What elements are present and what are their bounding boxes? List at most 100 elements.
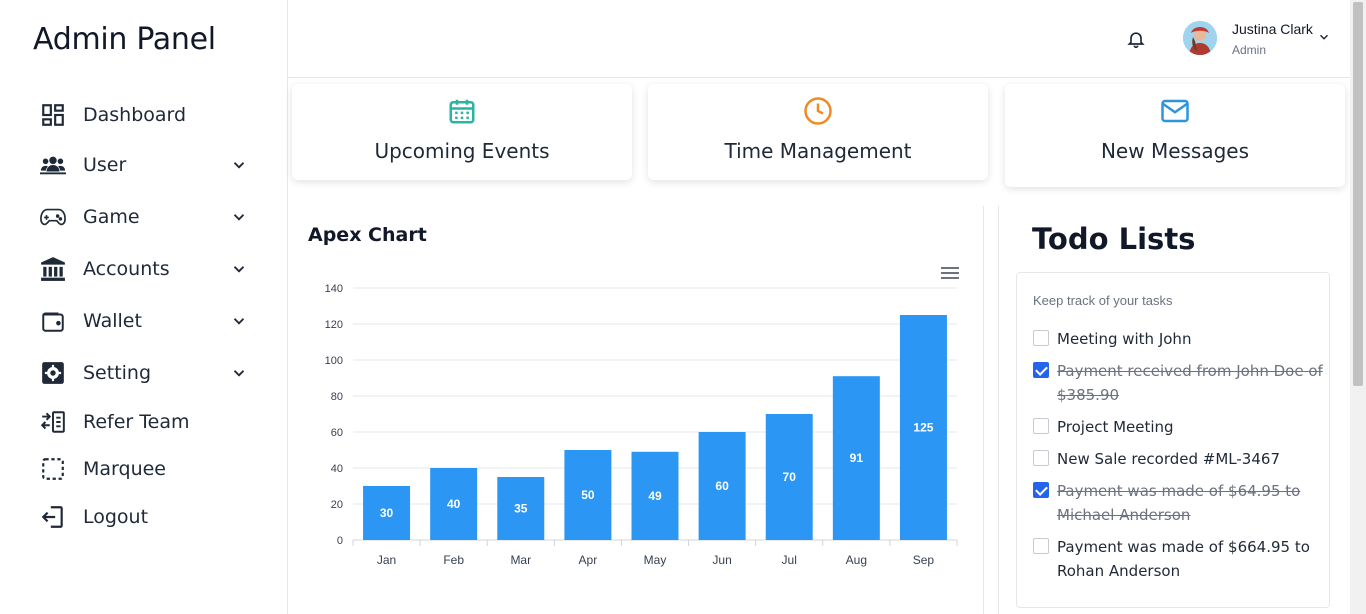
wallet-icon [38,306,68,336]
bell-icon[interactable] [1126,28,1146,50]
dashboard-icon [38,100,68,130]
todo-item: Payment was made of $64.95 to Michael An… [1033,479,1323,527]
sidebar-item-marquee[interactable]: Marquee [38,452,248,486]
sidebar-item-label: User [83,154,127,176]
sidebar-item-wallet[interactable]: Wallet [38,304,248,338]
todo-item: Payment was made of $664.95 to Rohan And… [1033,535,1323,583]
sidebar-item-game[interactable]: Game [38,200,248,234]
x-tick-label: Feb [443,553,464,567]
bank-icon [38,254,68,284]
calendar-icon [449,99,475,124]
data-label: 70 [783,470,797,484]
data-label: 40 [447,497,461,511]
todo-text: Payment was made of $64.95 to Michael An… [1057,482,1301,524]
data-label: 60 [715,479,729,493]
y-tick-label: 120 [325,319,343,331]
x-tick-label: Sep [913,553,935,567]
users-icon [38,150,68,180]
todo-checkbox[interactable] [1033,418,1049,434]
y-tick-label: 0 [337,535,343,547]
card-title: Time Management [724,139,912,163]
user-role: Admin [1232,43,1267,57]
todo-text: Payment received from John Doe of $385.9… [1057,362,1323,404]
x-tick-label: Mar [510,553,531,567]
sidebar-item-logout[interactable]: Logout [38,500,248,534]
card-time-management[interactable]: Time Management [648,84,988,180]
data-label: 30 [380,506,394,520]
data-label: 49 [648,489,662,503]
todo-item: Meeting with John [1033,327,1323,351]
chevron-down-icon [233,318,245,325]
todo-checkbox[interactable] [1033,450,1049,466]
card-upcoming-events[interactable]: Upcoming Events [292,84,632,180]
todo-item: New Sale recorded #ML-3467 [1033,447,1323,471]
top-header: Justina Clark Admin [288,0,1350,78]
card-new-messages[interactable]: New Messages [1005,84,1345,187]
todo-checkbox[interactable] [1033,482,1049,498]
todo-text: New Sale recorded #ML-3467 [1057,450,1280,468]
card-title: Upcoming Events [374,139,550,163]
sidebar: Admin Panel Dashboard User Game Accounts… [0,0,288,614]
gear-icon [38,358,68,388]
sidebar-item-dashboard[interactable]: Dashboard [38,98,248,132]
x-tick-label: Jan [377,553,396,567]
chart-panel: Apex Chart 0 20 40 60 80 100 120 140 30 Jan 40 Feb 3… [290,206,984,614]
y-tick-label: 100 [325,355,343,367]
card-title: New Messages [1100,139,1250,163]
x-tick-label: May [644,553,667,567]
todo-text: Meeting with John [1057,330,1192,348]
sidebar-item-label: Setting [83,362,152,384]
sidebar-item-user[interactable]: User [38,148,248,182]
sidebar-item-refer-team[interactable]: Refer Team [38,405,248,439]
data-label: 35 [514,502,528,516]
todo-checkbox[interactable] [1033,362,1049,378]
scrollbar-thumb[interactable] [1353,2,1363,386]
gamepad-icon [38,202,68,232]
chevron-down-icon[interactable] [1317,30,1331,44]
logout-icon [38,502,68,532]
sidebar-item-setting[interactable]: Setting [38,356,248,390]
todo-title: Todo Lists [1032,222,1196,256]
sidebar-item-label: Refer Team [83,411,190,433]
chevron-down-icon [233,266,245,273]
mail-icon [1161,99,1189,123]
x-tick-label: Apr [579,553,598,567]
sidebar-item-label: Wallet [83,310,142,332]
y-tick-label: 20 [331,499,343,511]
todo-text: Payment was made of $664.95 to Rohan And… [1057,538,1310,580]
sidebar-item-label: Dashboard [83,104,187,126]
sidebar-item-label: Accounts [83,258,170,280]
user-name: Justina Clark [1232,21,1313,37]
sidebar-item-label: Marquee [83,458,166,480]
data-label: 91 [850,451,864,465]
clock-icon [804,97,832,125]
chevron-down-icon [233,370,245,377]
todo-list: Keep track of your tasks Meeting with Jo… [1016,272,1330,608]
chevron-down-icon [233,162,245,169]
avatar[interactable] [1183,21,1217,55]
todo-item: Project Meeting [1033,415,1323,439]
scrollbar[interactable] [1350,0,1366,614]
todo-item: Payment received from John Doe of $385.9… [1033,359,1323,407]
data-label: 125 [913,421,933,435]
sidebar-item-accounts[interactable]: Accounts [38,252,248,286]
x-tick-label: Aug [846,553,867,567]
refer-icon [38,407,68,437]
sidebar-item-label: Logout [83,506,149,528]
todo-checkbox[interactable] [1033,330,1049,346]
todo-subtitle: Keep track of your tasks [1033,293,1173,308]
x-tick-label: Jun [712,553,731,567]
todo-panel: Todo Lists Keep track of your tasks Meet… [998,206,1350,614]
y-tick-label: 40 [331,463,343,475]
marquee-icon [38,454,68,484]
sidebar-item-label: Game [83,206,140,228]
todo-text: Project Meeting [1057,418,1174,436]
y-tick-label: 60 [331,427,343,439]
todo-checkbox[interactable] [1033,538,1049,554]
chevron-down-icon [233,214,245,221]
y-tick-label: 80 [331,391,343,403]
y-tick-label: 140 [325,283,343,295]
bar-chart: 0 20 40 60 80 100 120 140 30 Jan 40 Feb 35 Mar 50 Apr 49… [325,283,958,567]
brand-title: Admin Panel [33,22,216,57]
data-label: 50 [581,488,595,502]
